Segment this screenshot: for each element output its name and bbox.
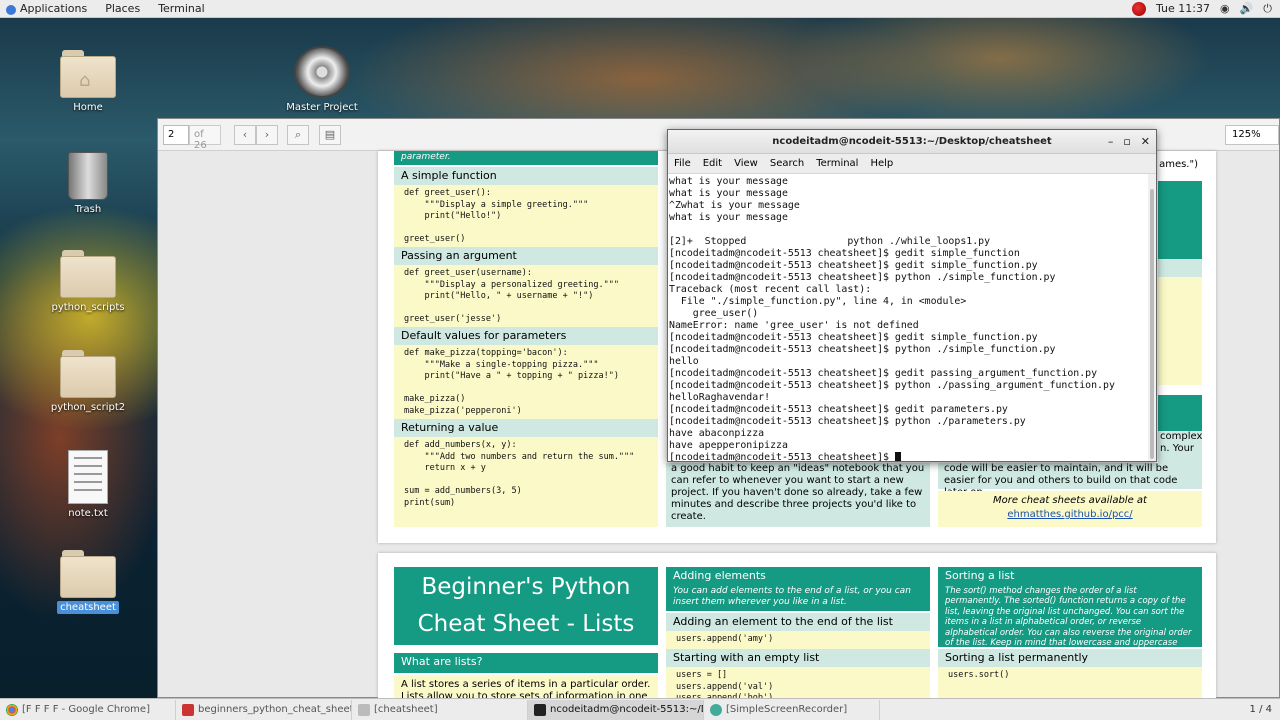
taskbar-item-terminal[interactable]: ncodeitadm@ncodeit-5513:~/Deskt... <box>528 699 704 720</box>
sidebar-toggle-button[interactable]: ▤ <box>319 125 341 145</box>
places-menu[interactable]: Places <box>96 2 149 15</box>
clock[interactable]: Tue 11:37 <box>1156 2 1210 15</box>
pdf-icon <box>182 703 194 716</box>
search-button[interactable]: ⌕ <box>287 125 309 145</box>
code-block: def greet_user(username): """Display a p… <box>394 265 658 327</box>
close-icon[interactable]: ✕ <box>1141 130 1150 154</box>
more-cheatsheets-box: More cheat sheets available at ehmatthes… <box>938 491 1202 527</box>
taskbar-item-chrome[interactable]: [F F F F - Google Chrome] <box>0 699 176 720</box>
section-heading: What are lists? <box>394 653 658 673</box>
cheatsheet-folder-icon[interactable]: cheatsheet <box>50 550 126 614</box>
window-title: ncodeitadm@ncodeit-5513:~/Desktop/cheats… <box>772 136 1052 147</box>
power-icon[interactable]: ⏻ <box>1263 2 1272 16</box>
code-block: def make_pizza(topping='bacon'): """Make… <box>394 345 658 419</box>
terminal-scrollbar[interactable] <box>1148 174 1156 461</box>
top-panel: Applications Places Terminal Tue 11:37 ◉… <box>0 0 1280 18</box>
taskbar-item-recorder[interactable]: [SimpleScreenRecorder] <box>704 699 880 720</box>
home-folder-icon[interactable]: ⌂ Home <box>50 50 126 113</box>
section-heading: Default values for parameters <box>394 327 658 345</box>
section-band <box>1158 259 1202 277</box>
parameter-note: parameter. <box>394 151 658 165</box>
zoom-select[interactable]: 125% <box>1225 125 1279 145</box>
recorder-app-icon <box>710 703 722 716</box>
folder-icon <box>358 703 370 716</box>
code-block: def greet_user(): """Display a simple gr… <box>394 185 658 247</box>
section-heading: A simple function <box>394 167 658 185</box>
code-block: def add_numbers(x, y): """Add two number… <box>394 437 658 527</box>
next-page-button[interactable]: › <box>256 125 278 145</box>
section-heading: Adding elements <box>666 567 930 585</box>
taskbar-item-pdf[interactable]: beginners_python_cheat_sheet_for... <box>176 699 352 720</box>
code-block: users.sort() <box>938 667 1202 699</box>
icon-label: Home <box>73 102 103 113</box>
python-scripts-folder-icon[interactable]: python_scripts <box>50 250 126 313</box>
section-note: You can add elements to the end of a lis… <box>666 585 930 611</box>
partial-text: complex n. Your <box>1158 431 1202 463</box>
title-line: Cheat Sheet - Lists <box>417 611 635 637</box>
section-text: A list stores a series of items in a par… <box>394 675 658 699</box>
section-note: The sort() method changes the order of a… <box>938 585 1202 658</box>
section-heading: Sorting a list <box>938 567 1202 585</box>
cheatsheet-link[interactable]: ehmatthes.github.io/pcc/ <box>938 508 1202 522</box>
icon-label: Trash <box>74 204 102 215</box>
pdf-page: Beginner's Python Cheat Sheet - Lists Wh… <box>378 553 1216 699</box>
cheat-sheet-title: Beginner's Python Cheat Sheet - Lists <box>394 567 658 645</box>
icon-label: cheatsheet <box>57 601 119 614</box>
icon-label: python_scripts <box>51 302 125 313</box>
recorder-icon[interactable] <box>1131 1 1146 16</box>
menu-view[interactable]: View <box>728 158 764 169</box>
menu-edit[interactable]: Edit <box>697 158 728 169</box>
teal-block <box>1158 395 1202 431</box>
code-block: users = [] users.append('val') users.app… <box>666 667 930 699</box>
terminal-icon <box>534 703 546 716</box>
menu-help[interactable]: Help <box>864 158 899 169</box>
maintenance-text: code will be easier to maintain, and it … <box>938 463 1202 498</box>
bottom-taskbar: [F F F F - Google Chrome] beginners_pyth… <box>0 698 1280 720</box>
terminal-menu[interactable]: Terminal <box>149 2 214 15</box>
maximize-icon[interactable]: ▫ <box>1123 130 1130 154</box>
python-script2-folder-icon[interactable]: python_script2 <box>50 350 126 413</box>
workspace-pager[interactable]: 1 / 4 <box>1242 704 1280 715</box>
terminal-menubar: File Edit View Search Terminal Help <box>668 154 1156 174</box>
taskbar-item-files[interactable]: [cheatsheet] <box>352 699 528 720</box>
subsection-heading: Starting with an empty list <box>666 649 930 667</box>
prev-page-button[interactable]: ‹ <box>234 125 256 145</box>
terminal-titlebar[interactable]: ncodeitadm@ncodeit-5513:~/Desktop/cheats… <box>668 130 1156 154</box>
minimize-icon[interactable]: – <box>1108 130 1114 154</box>
text-cursor <box>894 452 901 461</box>
menu-file[interactable]: File <box>668 158 697 169</box>
teal-note-block <box>1158 181 1202 259</box>
icon-label: Master Project <box>286 102 358 113</box>
network-icon[interactable]: ◉ <box>1220 2 1230 15</box>
volume-icon[interactable]: 🔊 <box>1240 2 1254 15</box>
icon-label: python_script2 <box>50 402 126 413</box>
section-heading: Passing an argument <box>394 247 658 265</box>
subsection-heading: Sorting a list permanently <box>938 649 1202 667</box>
menu-terminal[interactable]: Terminal <box>810 158 864 169</box>
applications-icon <box>6 5 16 15</box>
trash-icon[interactable]: Trash <box>50 152 126 215</box>
subsection-heading: Adding an element to the end of the list <box>666 613 930 631</box>
code-block: users.append('amy') <box>666 631 930 649</box>
title-line: Beginner's Python <box>421 574 631 600</box>
terminal-window[interactable]: ncodeitadm@ncodeit-5513:~/Desktop/cheats… <box>667 129 1157 462</box>
chrome-icon <box>6 703 18 716</box>
page-count: of 26 <box>189 125 221 151</box>
ideas-text: a good habit to keep an "ideas" notebook… <box>666 463 930 527</box>
terminal-output[interactable]: what is your message what is your messag… <box>668 174 1148 461</box>
page-number-input[interactable]: 2 <box>163 125 189 145</box>
more-label: More cheat sheets available at <box>993 495 1147 506</box>
note-txt-file-icon[interactable]: note.txt <box>50 450 126 519</box>
master-project-icon[interactable]: Master Project <box>284 46 360 113</box>
section-heading: Returning a value <box>394 419 658 437</box>
yellow-block <box>1158 277 1202 385</box>
menu-search[interactable]: Search <box>764 158 810 169</box>
icon-label: note.txt <box>68 508 108 519</box>
applications-menu[interactable]: Applications <box>0 2 96 15</box>
